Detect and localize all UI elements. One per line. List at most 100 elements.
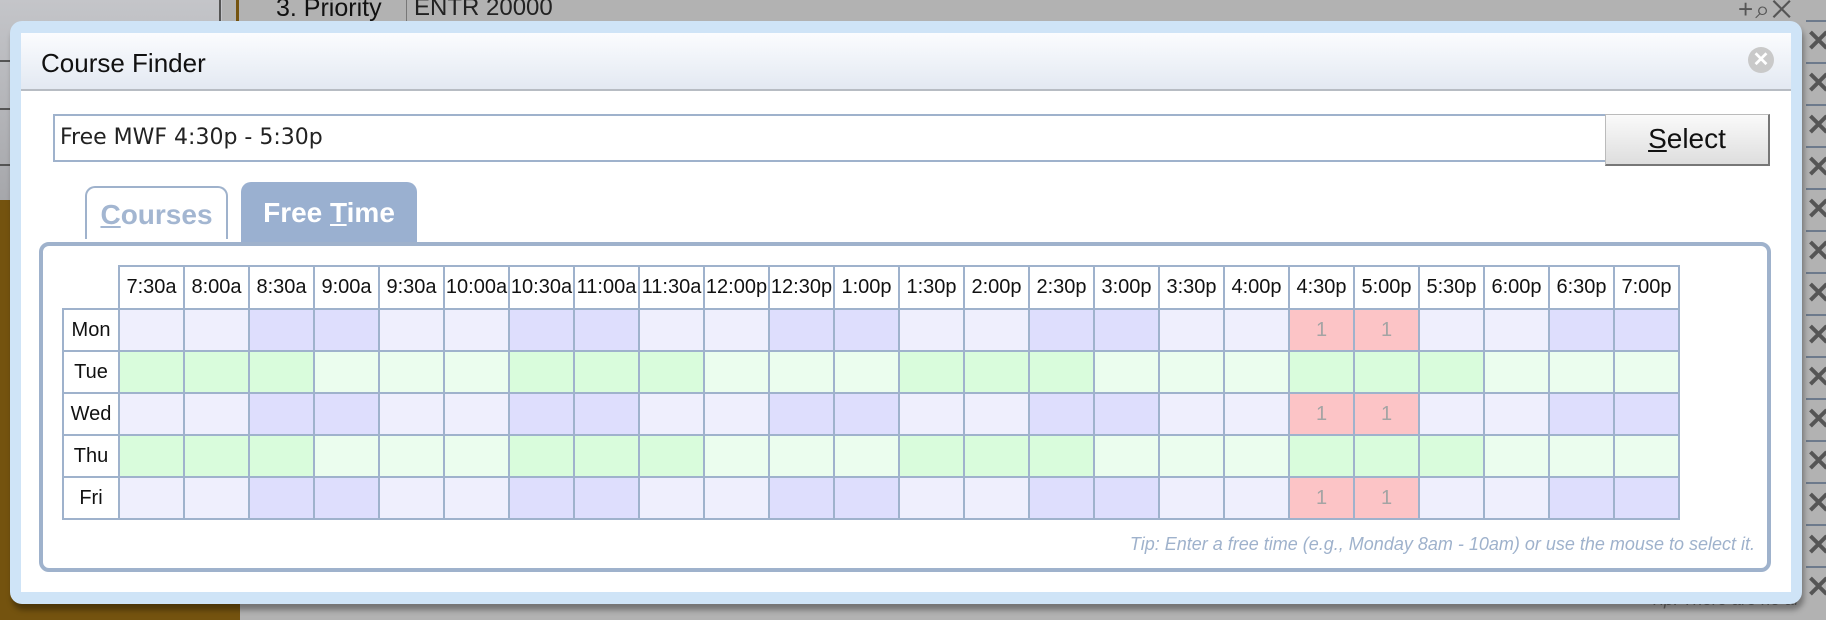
select-button[interactable]: Select: [1605, 114, 1770, 166]
time-header[interactable]: 2:00p: [963, 265, 1030, 310]
time-slot[interactable]: [1028, 308, 1095, 352]
time-slot[interactable]: [703, 392, 770, 436]
day-header[interactable]: Wed: [62, 392, 120, 436]
time-slot[interactable]: [1028, 350, 1095, 394]
time-slot[interactable]: [248, 392, 315, 436]
time-slot[interactable]: [313, 434, 380, 478]
time-slot[interactable]: [248, 350, 315, 394]
time-slot[interactable]: [1288, 434, 1355, 478]
time-header[interactable]: 8:00a: [183, 265, 250, 310]
time-slot[interactable]: [1223, 392, 1290, 436]
time-header[interactable]: 5:00p: [1353, 265, 1420, 310]
time-slot[interactable]: [443, 308, 510, 352]
time-slot[interactable]: [1548, 392, 1615, 436]
time-header[interactable]: 9:30a: [378, 265, 445, 310]
time-slot[interactable]: [508, 308, 575, 352]
time-slot[interactable]: [1093, 476, 1160, 520]
time-slot[interactable]: [1158, 350, 1225, 394]
time-header[interactable]: 12:30p: [768, 265, 835, 310]
remove-icon[interactable]: ✕: [1806, 20, 1826, 62]
time-slot[interactable]: [1483, 392, 1550, 436]
remove-icon[interactable]: ✕: [1806, 146, 1826, 188]
time-slot[interactable]: [898, 392, 965, 436]
day-header[interactable]: Tue: [62, 350, 120, 394]
time-slot-selected[interactable]: 1: [1353, 476, 1420, 520]
tab-courses[interactable]: Courses: [85, 186, 228, 239]
time-slot[interactable]: [898, 476, 965, 520]
time-slot[interactable]: [1548, 350, 1615, 394]
time-header[interactable]: 4:00p: [1223, 265, 1290, 310]
remove-icon[interactable]: ✕: [1806, 314, 1826, 356]
free-time-grid[interactable]: 7:30a 8:00a 8:30a 9:00a 9:30a 10:00a 10:30a 11:…: [62, 265, 1680, 520]
time-slot[interactable]: [443, 392, 510, 436]
time-slot[interactable]: [1028, 434, 1095, 478]
time-slot[interactable]: [1158, 434, 1225, 478]
time-slot[interactable]: [963, 434, 1030, 478]
time-slot[interactable]: [1223, 350, 1290, 394]
time-slot[interactable]: [1158, 308, 1225, 352]
time-slot[interactable]: [833, 350, 900, 394]
time-slot[interactable]: [378, 392, 445, 436]
remove-icon[interactable]: ✕: [1806, 356, 1826, 398]
time-slot[interactable]: [1028, 392, 1095, 436]
time-slot[interactable]: [768, 392, 835, 436]
time-header[interactable]: 6:00p: [1483, 265, 1550, 310]
time-slot[interactable]: [1613, 476, 1680, 520]
time-slot[interactable]: [378, 308, 445, 352]
time-slot[interactable]: [703, 476, 770, 520]
time-header[interactable]: 8:30a: [248, 265, 315, 310]
time-slot[interactable]: [1418, 434, 1485, 478]
tab-free-time[interactable]: Free Time: [241, 182, 417, 242]
day-header[interactable]: Thu: [62, 434, 120, 478]
remove-icon[interactable]: ✕: [1806, 272, 1826, 314]
time-slot[interactable]: [183, 476, 250, 520]
time-slot[interactable]: [638, 308, 705, 352]
time-slot[interactable]: [573, 476, 640, 520]
time-slot[interactable]: [1158, 476, 1225, 520]
time-slot[interactable]: [1353, 350, 1420, 394]
time-slot[interactable]: [1548, 308, 1615, 352]
time-slot[interactable]: [1418, 476, 1485, 520]
time-slot[interactable]: [508, 434, 575, 478]
time-slot[interactable]: [963, 392, 1030, 436]
time-header[interactable]: 7:00p: [1613, 265, 1680, 310]
time-slot[interactable]: [898, 434, 965, 478]
time-header[interactable]: 7:30a: [118, 265, 185, 310]
time-slot[interactable]: [638, 476, 705, 520]
time-slot[interactable]: [1483, 476, 1550, 520]
time-slot[interactable]: [1613, 350, 1680, 394]
time-slot[interactable]: [768, 308, 835, 352]
time-slot[interactable]: [573, 308, 640, 352]
remove-icon[interactable]: ✕: [1806, 524, 1826, 566]
time-slot[interactable]: [248, 476, 315, 520]
time-slot[interactable]: [833, 308, 900, 352]
time-slot[interactable]: [1093, 392, 1160, 436]
time-slot[interactable]: [703, 434, 770, 478]
time-slot[interactable]: [573, 350, 640, 394]
time-header[interactable]: 11:30a: [638, 265, 705, 310]
time-slot[interactable]: [1223, 308, 1290, 352]
time-slot[interactable]: [963, 350, 1030, 394]
time-slot[interactable]: [1418, 308, 1485, 352]
time-slot[interactable]: [118, 392, 185, 436]
time-slot[interactable]: [1548, 476, 1615, 520]
time-slot[interactable]: [313, 392, 380, 436]
time-slot[interactable]: [1093, 350, 1160, 394]
day-header[interactable]: Mon: [62, 308, 120, 352]
time-slot-selected[interactable]: 1: [1288, 476, 1355, 520]
dialog-titlebar[interactable]: Course Finder ✕: [21, 33, 1791, 91]
time-slot[interactable]: [378, 350, 445, 394]
time-slot[interactable]: [703, 350, 770, 394]
time-slot[interactable]: [1613, 392, 1680, 436]
time-slot[interactable]: [183, 308, 250, 352]
time-header[interactable]: 1:00p: [833, 265, 900, 310]
time-slot[interactable]: [1093, 308, 1160, 352]
time-header[interactable]: 12:00p: [703, 265, 770, 310]
remove-icon[interactable]: ✕: [1806, 398, 1826, 440]
time-slot[interactable]: [1028, 476, 1095, 520]
time-slot[interactable]: [1418, 350, 1485, 394]
time-slot[interactable]: [768, 434, 835, 478]
remove-icon[interactable]: ✕: [1806, 62, 1826, 104]
time-slot[interactable]: [1158, 392, 1225, 436]
time-header[interactable]: 2:30p: [1028, 265, 1095, 310]
